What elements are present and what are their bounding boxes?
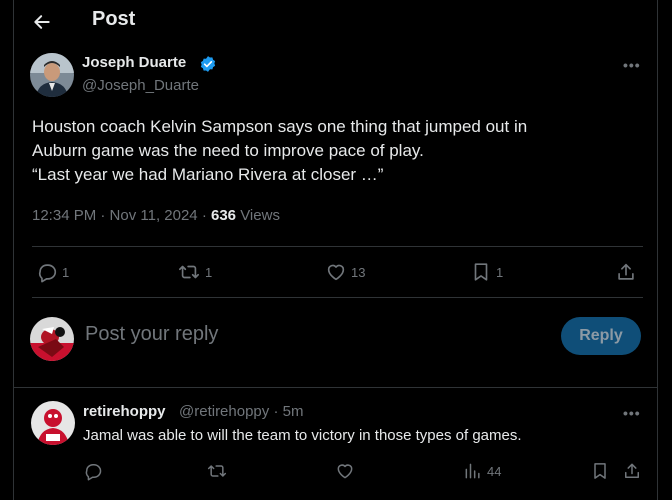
author-name[interactable]: Joseph Duarte xyxy=(82,54,186,71)
more-options-icon[interactable]: ••• xyxy=(623,57,641,73)
author-handle[interactable]: @Joseph_Duarte xyxy=(82,77,199,94)
commenter-avatar[interactable] xyxy=(31,401,75,445)
bookmark-count: 1 xyxy=(496,264,504,280)
post-page: Post Joseph Duarte @Joseph_Duarte ••• Ho… xyxy=(0,0,672,500)
reply-button[interactable]: Reply xyxy=(561,317,641,355)
column-left-border xyxy=(13,0,14,500)
repost-action[interactable]: 1 xyxy=(177,261,212,283)
comment-repost-action[interactable] xyxy=(206,461,228,481)
divider xyxy=(32,297,643,298)
comment-text: Jamal was able to will the team to victo… xyxy=(83,427,522,444)
share-action[interactable] xyxy=(615,261,637,283)
reply-icon xyxy=(38,264,57,283)
repost-icon xyxy=(207,465,227,477)
back-arrow-icon xyxy=(34,15,50,29)
post-text: Houston coach Kelvin Sampson says one th… xyxy=(32,115,632,187)
analytics-icon xyxy=(465,463,480,479)
reply-action[interactable]: 1 xyxy=(36,261,69,283)
commenter-handle-time[interactable]: @retirehoppy · 5m xyxy=(179,403,303,420)
verified-badge-icon xyxy=(200,56,216,72)
repost-count: 1 xyxy=(205,264,213,280)
column-right-border xyxy=(657,0,658,500)
heart-icon xyxy=(337,464,353,479)
heart-icon xyxy=(327,264,345,281)
back-button[interactable] xyxy=(28,8,56,36)
current-user-avatar[interactable] xyxy=(30,317,74,361)
comment-bookmark-action[interactable] xyxy=(590,461,610,481)
share-icon xyxy=(618,263,634,280)
bookmark-action[interactable]: 1 xyxy=(470,261,503,283)
top-bar: Post xyxy=(0,0,672,44)
post-text-line: “Last year we had Mariano Rivera at clos… xyxy=(32,165,384,184)
post-timestamp[interactable]: 12:34 PM · Nov 11, 2024 · xyxy=(32,207,207,224)
views-count: 636 xyxy=(211,207,237,224)
bookmark-icon xyxy=(594,463,606,479)
reply-icon xyxy=(85,464,102,481)
comment-share-action[interactable] xyxy=(622,461,642,481)
reply-input[interactable]: Post your reply xyxy=(85,323,218,346)
bookmark-icon xyxy=(474,263,488,281)
post-text-line: Houston coach Kelvin Sampson says one th… xyxy=(32,117,528,136)
commenter-name[interactable]: retirehoppy xyxy=(83,403,166,420)
page-title: Post xyxy=(92,8,136,30)
views-label: Views xyxy=(240,207,280,224)
comment-like-action[interactable] xyxy=(335,461,355,481)
comment-reply-action[interactable] xyxy=(83,461,103,481)
post-meta: 12:34 PM · Nov 11, 2024 · 636 Views xyxy=(32,207,280,224)
divider xyxy=(32,246,643,247)
like-action[interactable]: 13 xyxy=(325,261,365,283)
like-count: 13 xyxy=(351,264,366,280)
comment-views-action[interactable]: 44 xyxy=(463,461,501,481)
post-text-line: Auburn game was the need to improve pace… xyxy=(32,141,424,160)
author-avatar[interactable] xyxy=(30,53,74,97)
share-icon xyxy=(625,463,639,478)
comment-views-count: 44 xyxy=(487,463,502,479)
divider xyxy=(13,387,658,388)
comment-more-icon[interactable]: ••• xyxy=(623,405,641,421)
repost-icon xyxy=(179,265,199,279)
reply-count: 1 xyxy=(62,264,70,280)
